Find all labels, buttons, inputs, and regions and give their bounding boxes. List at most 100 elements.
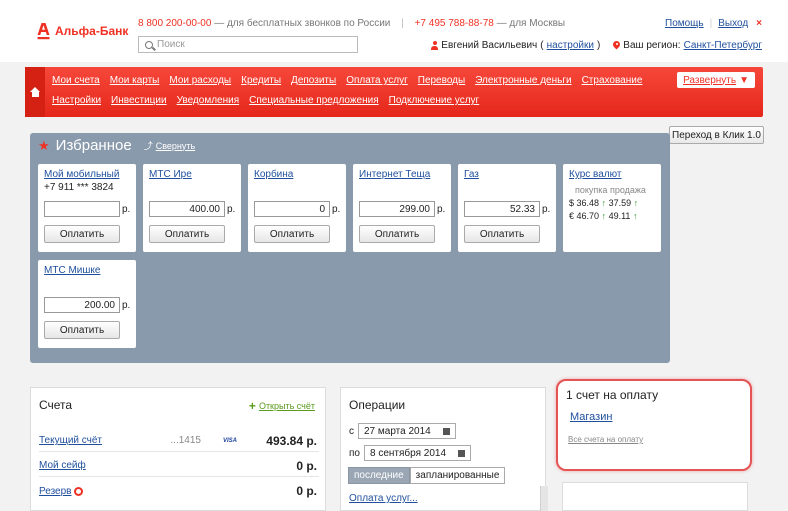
pay-button[interactable]: Оплатить [149, 225, 225, 243]
usd-buy: $ 36.48 [569, 198, 600, 208]
nav-notifications[interactable]: Уведомления [177, 95, 240, 106]
currency-label: р. [122, 204, 131, 215]
account-balance: 0 р. [296, 484, 317, 498]
arrow-up-icon: ↑ [633, 198, 639, 208]
pay-button[interactable]: Оплатить [254, 225, 330, 243]
amount-input[interactable]: 299.00 [359, 201, 435, 217]
account-name[interactable]: Текущий счёт [39, 435, 102, 446]
pay-button[interactable]: Оплатить [464, 225, 540, 243]
amount-input[interactable]: 400.00 [149, 201, 225, 217]
settings-close-paren: ) [596, 40, 601, 51]
rate-row-eur: € 46.70 ↑ 49.11 ↑ [569, 211, 655, 221]
favorite-title[interactable]: Газ [464, 169, 550, 180]
nav-services[interactable]: Подключение услуг [389, 95, 480, 106]
nav-settings[interactable]: Настройки [52, 95, 101, 106]
search-box[interactable] [138, 36, 358, 53]
klick-button[interactable]: Переход в Клик 1.0 [669, 126, 764, 144]
nav-insurance[interactable]: Страхование [582, 75, 643, 86]
nav-my-expenses[interactable]: Мои расходы [169, 75, 231, 86]
rates-header: покупка продажа [575, 185, 655, 195]
date-from-row: с 27 марта 2014 [349, 423, 456, 439]
date-to-row: по 8 сентября 2014 [349, 445, 472, 461]
favorite-title[interactable]: Интернет Теща [359, 169, 445, 180]
help-link[interactable]: Помощь [665, 18, 704, 29]
account-name[interactable]: Резерв [39, 486, 71, 497]
open-account-label: Открыть счёт [258, 401, 315, 411]
favorite-card: Интернет Теща 299.00 р. Оплатить [353, 164, 451, 252]
phones: 8 800 200-00-00 — для бесплатных звонков… [138, 18, 565, 29]
bill-shop-link[interactable]: Магазин [570, 411, 612, 423]
account-number: ...1415 [170, 435, 201, 446]
arrow-up-icon: ↑ [632, 211, 638, 221]
alfa-logo-icon [37, 22, 50, 40]
region-link[interactable]: Санкт-Петербург [684, 40, 762, 51]
pay-button[interactable]: Оплатить [359, 225, 435, 243]
user-name: Евгений Васильевич [441, 40, 538, 51]
expand-label: Развернуть [683, 74, 737, 86]
home-button[interactable] [25, 67, 45, 117]
eur-sell: 49.11 [608, 211, 631, 221]
pay-button[interactable]: Оплатить [44, 225, 120, 243]
nav-my-cards[interactable]: Мои карты [110, 75, 160, 86]
date-to-field[interactable]: 8 сентября 2014 [363, 445, 472, 461]
nav-e-money[interactable]: Электронные деньги [475, 75, 571, 86]
favorite-title[interactable]: Мой мобильный [44, 169, 130, 180]
rates-sell-label: продажа [609, 185, 646, 195]
phone-moscow-note: — для Москвы [496, 18, 566, 29]
favorites-title: Избранное [55, 137, 132, 154]
close-icon[interactable]: × [756, 18, 762, 29]
account-name[interactable]: Мой сейф [39, 460, 86, 471]
eur-buy: € 46.70 [569, 211, 600, 221]
amount-input[interactable]: 52.33 [464, 201, 540, 217]
favorite-title[interactable]: Корбина [254, 169, 340, 180]
nav-special-offers[interactable]: Специальные предложения [249, 95, 379, 106]
account-row[interactable]: Текущий счёт ...1415 VISA 493.84 р. [39, 430, 319, 452]
top-links-divider: | [709, 18, 713, 29]
accounts-title: Счета [39, 398, 73, 412]
logo-name: Альфа-Банк [55, 24, 129, 38]
collapse-icon: ⤴ [143, 141, 153, 151]
expand-button[interactable]: Развернуть ▼ [677, 72, 755, 88]
home-icon [29, 87, 41, 97]
exit-link[interactable]: Выход [718, 18, 748, 29]
account-row[interactable]: Резерв 0 р. [39, 480, 319, 502]
open-account-link[interactable]: + Открыть счёт [249, 399, 315, 413]
amount-input[interactable]: 200.00 [44, 297, 120, 313]
all-bills-link[interactable]: Все счета на оплату [568, 435, 643, 444]
exchange-rates-title[interactable]: Курс валют [569, 169, 655, 180]
date-from-field[interactable]: 27 марта 2014 [358, 423, 456, 439]
nav-deposits[interactable]: Депозиты [291, 75, 336, 86]
nav-transfers[interactable]: Переводы [418, 75, 465, 86]
favorite-card: МТС Ире 400.00 р. Оплатить [143, 164, 241, 252]
arrow-up-icon: ↑ [601, 211, 607, 221]
user-icon [431, 41, 439, 50]
bills-title: 1 счет на оплату [566, 388, 659, 402]
favorites-header: ★ Избранное ⤴ Свернуть [38, 137, 195, 154]
nav-my-accounts[interactable]: Мои счета [52, 75, 100, 86]
settings-link[interactable]: настройки [547, 40, 594, 51]
favorite-card: Корбина 0 р. Оплатить [248, 164, 346, 252]
nav-credits[interactable]: Кредиты [241, 75, 281, 86]
collapse-link[interactable]: ⤴ Свернуть [144, 139, 196, 152]
chevron-down-icon: ▼ [739, 74, 749, 86]
settings-open-paren: ( [540, 40, 544, 51]
favorite-title[interactable]: МТС Ире [149, 169, 235, 180]
favorites-panel: ★ Избранное ⤴ Свернуть Мой мобильный +7 … [30, 133, 670, 363]
scrollbar[interactable] [540, 486, 548, 511]
tab-last[interactable]: последние [348, 467, 410, 484]
pay-button[interactable]: Оплатить [44, 321, 120, 339]
tab-planned[interactable]: запланированные [409, 467, 506, 484]
nav-investments[interactable]: Инвестиции [111, 95, 167, 106]
search-input[interactable] [157, 39, 347, 50]
account-balance: 493.84 р. [266, 433, 317, 448]
amount-input[interactable] [44, 201, 120, 217]
header: Альфа-Банк 8 800 200-00-00 — для бесплат… [0, 0, 788, 62]
favorite-title[interactable]: МТС Мишке [44, 265, 130, 276]
nav-payments[interactable]: Оплата услуг [346, 75, 408, 86]
amount-input[interactable]: 0 [254, 201, 330, 217]
calendar-icon[interactable] [442, 427, 450, 435]
account-row[interactable]: Мой сейф 0 р. [39, 455, 319, 477]
operation-item[interactable]: Оплата услуг... [349, 493, 418, 504]
calendar-icon[interactable] [458, 449, 466, 457]
logo[interactable]: Альфа-Банк [37, 22, 128, 40]
